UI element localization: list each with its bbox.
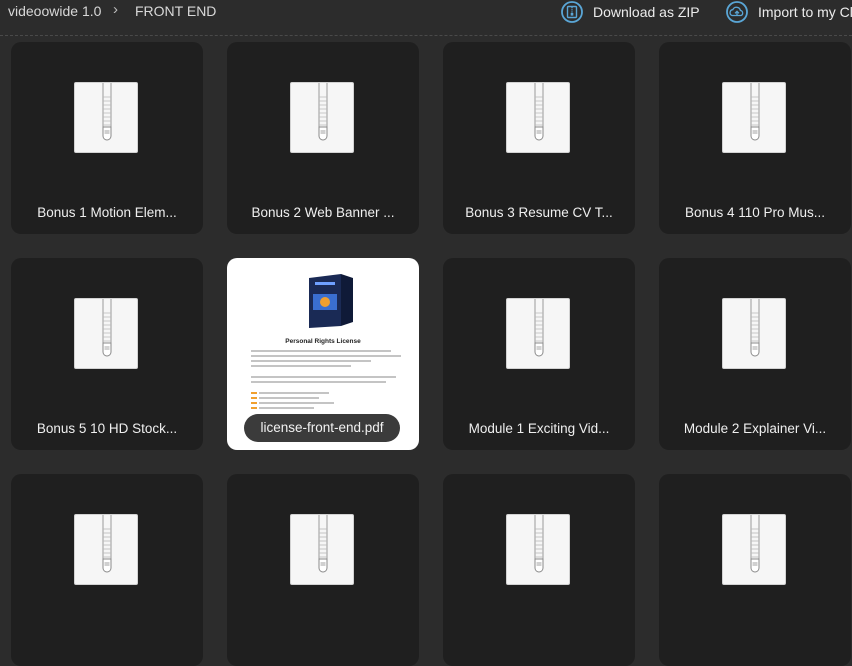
zip-file-icon — [506, 82, 570, 153]
zip-file-card[interactable]: Bonus 5 10 HD Stock... — [11, 258, 203, 450]
file-name-label: Module 1 Exciting Vid... — [468, 421, 610, 436]
file-name-label: Bonus 1 Motion Elem... — [37, 205, 177, 220]
breadcrumb-current: FRONT END — [135, 3, 217, 19]
zip-file-icon — [506, 298, 570, 369]
zip-file-card[interactable]: Bonus 3 Resume CV T... — [443, 42, 635, 234]
zip-file-icon — [722, 514, 786, 585]
pdf-preview-text-line — [251, 365, 351, 367]
zip-download-icon — [561, 1, 583, 23]
zip-file-card[interactable] — [443, 474, 635, 666]
import-button[interactable]: Import to my Cl — [726, 0, 852, 24]
zip-file-card[interactable] — [227, 474, 419, 666]
cloud-upload-icon — [726, 1, 748, 23]
download-zip-button[interactable]: Download as ZIP — [561, 0, 700, 24]
pdf-preview-text-line — [251, 355, 401, 357]
breadcrumb-root[interactable]: videoowide 1.0 — [8, 3, 101, 19]
zip-file-card[interactable] — [659, 474, 851, 666]
zip-file-icon — [290, 514, 354, 585]
file-name-label: license-front-end.pdf — [244, 414, 400, 442]
pdf-preview-text-line — [251, 360, 371, 362]
zip-file-icon — [290, 82, 354, 153]
pdf-preview-text-line — [251, 381, 386, 383]
pdf-preview-text-line — [251, 350, 391, 352]
pdf-preview-bullet — [251, 392, 257, 394]
pdf-preview-text-line — [259, 402, 334, 404]
pdf-preview-text-line — [251, 376, 396, 378]
zip-file-icon — [722, 298, 786, 369]
zip-file-card[interactable]: Bonus 1 Motion Elem... — [11, 42, 203, 234]
pdf-preview-bullet — [251, 407, 257, 409]
file-name-label: Bonus 4 110 Pro Mus... — [684, 205, 826, 220]
zip-file-card[interactable]: Bonus 4 110 Pro Mus... — [659, 42, 851, 234]
download-zip-label: Download as ZIP — [593, 4, 700, 20]
import-label: Import to my Cl — [758, 4, 852, 20]
file-name-label: Bonus 5 10 HD Stock... — [36, 421, 178, 436]
top-bar: videoowide 1.0 › FRONT END Download as Z… — [0, 0, 852, 36]
zip-file-card[interactable] — [11, 474, 203, 666]
zip-file-card[interactable]: Module 1 Exciting Vid... — [443, 258, 635, 450]
zip-file-icon — [506, 514, 570, 585]
zip-file-icon — [74, 514, 138, 585]
file-name-label: Module 2 Explainer Vi... — [683, 421, 827, 436]
zip-file-card[interactable]: Module 2 Explainer Vi... — [659, 258, 851, 450]
zip-file-card[interactable]: Bonus 2 Web Banner ... — [227, 42, 419, 234]
chevron-right-icon: › — [113, 1, 118, 18]
file-name-label: Bonus 2 Web Banner ... — [251, 205, 395, 220]
zip-file-icon — [722, 82, 786, 153]
pdf-preview-bullet — [251, 402, 257, 404]
file-name-label: Bonus 3 Resume CV T... — [465, 205, 613, 220]
pdf-preview-text-line — [259, 397, 319, 399]
pdf-preview-bullet — [251, 397, 257, 399]
zip-file-icon — [74, 82, 138, 153]
pdf-file-card[interactable]: Personal Rights License license-front-end… — [227, 258, 419, 450]
pdf-preview-text-line — [259, 407, 314, 409]
zip-file-icon — [74, 298, 138, 369]
product-box-image — [309, 274, 353, 328]
pdf-preview-title: Personal Rights License — [285, 338, 361, 345]
pdf-preview-text-line — [259, 392, 329, 394]
